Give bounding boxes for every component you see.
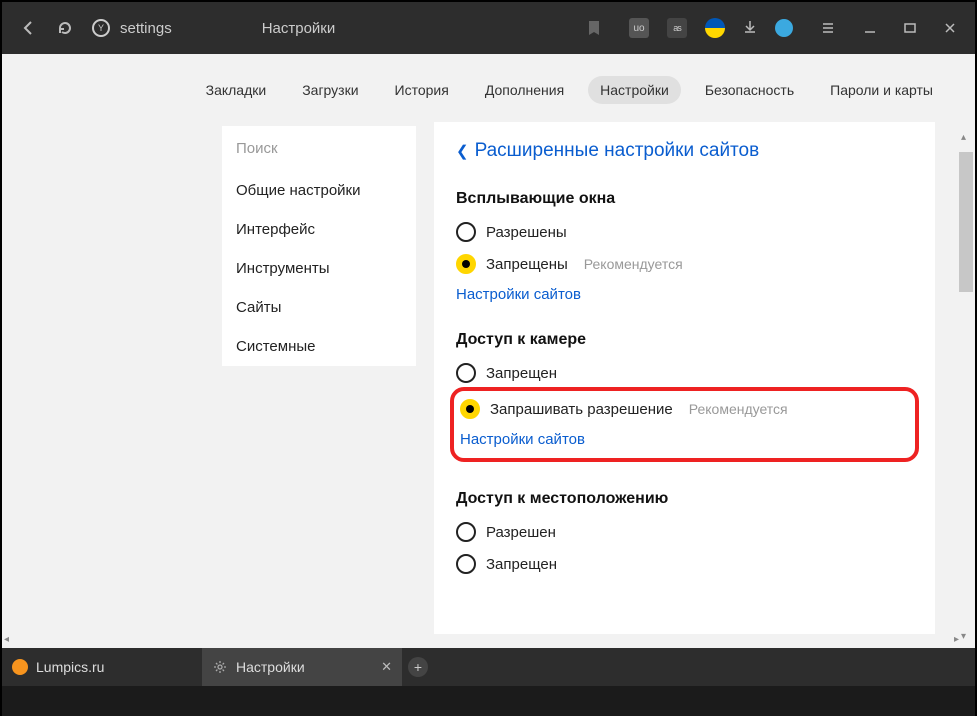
extension-flag-icon[interactable]	[705, 18, 725, 38]
radio-label: Запрашивать разрешение	[490, 401, 673, 418]
radio-camera-block[interactable]: Запрещен	[456, 363, 913, 383]
radio-label: Разрешены	[486, 224, 567, 241]
radio-label: Запрещены	[486, 256, 568, 273]
radio-popups-allow[interactable]: Разрешены	[456, 222, 913, 242]
radio-camera-ask[interactable]: Запрашивать разрешение Рекомендуется	[460, 399, 909, 419]
tab-label: Настройки	[236, 659, 305, 675]
tab-lumpics[interactable]: Lumpics.ru	[2, 648, 202, 686]
sidebar-item-sites[interactable]: Сайты	[222, 288, 416, 327]
topnav-addons[interactable]: Дополнения	[473, 76, 576, 104]
topnav-downloads[interactable]: Загрузки	[290, 76, 370, 104]
radio-icon	[456, 254, 476, 274]
downloads-icon[interactable]	[743, 20, 757, 37]
horizontal-scrollbar[interactable]	[2, 634, 961, 648]
radio-label: Разрешен	[486, 524, 556, 541]
tab-favicon-icon	[12, 659, 28, 675]
settings-panel: ❮ Расширенные настройки сайтов Всплывающ…	[434, 122, 935, 642]
site-settings-link[interactable]: Настройки сайтов	[460, 431, 909, 448]
recommended-badge: Рекомендуется	[689, 401, 788, 417]
sidebar-item-general[interactable]: Общие настройки	[222, 171, 416, 210]
radio-icon	[456, 363, 476, 383]
site-settings-link[interactable]: Настройки сайтов	[456, 286, 913, 303]
yandex-icon: Y	[92, 19, 110, 37]
radio-popups-block[interactable]: Запрещены Рекомендуется	[456, 254, 913, 274]
section-camera: Доступ к камере Запрещен Запрашивать раз…	[456, 331, 913, 462]
new-tab-button[interactable]: +	[402, 648, 434, 686]
radio-icon	[456, 222, 476, 242]
section-location: Доступ к местоположению Разрешен Запреще…	[456, 490, 913, 574]
radio-icon	[456, 522, 476, 542]
bookmark-icon[interactable]	[577, 11, 611, 45]
profile-avatar-icon[interactable]	[775, 19, 793, 37]
section-heading: Доступ к камере	[456, 331, 913, 349]
radio-label: Запрещен	[486, 556, 557, 573]
top-nav: Закладки Загрузки История Дополнения Нас…	[2, 54, 975, 122]
back-button[interactable]	[12, 11, 46, 45]
address-bar-title: Настройки	[262, 20, 336, 37]
browser-tabbar: Lumpics.ru Настройки ✕ +	[2, 648, 975, 686]
radio-location-block[interactable]: Запрещен	[456, 554, 913, 574]
extension-lastfm-icon[interactable]: as	[667, 18, 687, 38]
address-bar-url[interactable]: settings	[120, 20, 172, 37]
window-minimize-button[interactable]	[855, 13, 885, 43]
reload-button[interactable]	[48, 11, 82, 45]
vertical-scrollbar[interactable]	[959, 132, 973, 642]
page-content: Закладки Загрузки История Дополнения Нас…	[2, 54, 975, 648]
browser-titlebar: Y settings Настройки uo as	[2, 2, 975, 54]
topnav-history[interactable]: История	[383, 76, 461, 104]
radio-icon	[460, 399, 480, 419]
section-heading: Всплывающие окна	[456, 190, 913, 208]
tab-close-button[interactable]: ✕	[381, 659, 392, 675]
window-maximize-button[interactable]	[895, 13, 925, 43]
topnav-bookmarks[interactable]: Закладки	[194, 76, 279, 104]
plus-icon: +	[408, 657, 428, 677]
window-footer	[2, 686, 975, 716]
radio-location-allow[interactable]: Разрешен	[456, 522, 913, 542]
panel-back-link[interactable]: ❮ Расширенные настройки сайтов	[456, 140, 913, 162]
section-popups: Всплывающие окна Разрешены Запрещены Рек…	[456, 190, 913, 303]
tab-label: Lumpics.ru	[36, 659, 104, 675]
sidebar-search-input[interactable]: Поиск	[222, 126, 416, 171]
radio-icon	[456, 554, 476, 574]
section-heading: Доступ к местоположению	[456, 490, 913, 508]
chevron-left-icon: ❮	[456, 142, 469, 160]
sidebar-item-system[interactable]: Системные	[222, 327, 416, 366]
scrollbar-thumb[interactable]	[959, 152, 973, 292]
topnav-passwords[interactable]: Пароли и карты	[818, 76, 945, 104]
sidebar-item-tools[interactable]: Инструменты	[222, 249, 416, 288]
menu-icon[interactable]	[811, 11, 845, 45]
panel-title-text: Расширенные настройки сайтов	[475, 140, 760, 162]
gear-icon	[212, 659, 228, 675]
tab-settings[interactable]: Настройки ✕	[202, 648, 402, 686]
extension-ublock-icon[interactable]: uo	[629, 18, 649, 38]
recommended-badge: Рекомендуется	[584, 256, 683, 272]
settings-sidebar: Поиск Общие настройки Интерфейс Инструме…	[222, 126, 416, 366]
sidebar-item-interface[interactable]: Интерфейс	[222, 210, 416, 249]
highlight-annotation: Запрашивать разрешение Рекомендуется Нас…	[450, 387, 919, 462]
window-close-button[interactable]	[935, 13, 965, 43]
topnav-security[interactable]: Безопасность	[693, 76, 806, 104]
radio-label: Запрещен	[486, 365, 557, 382]
topnav-settings[interactable]: Настройки	[588, 76, 681, 104]
